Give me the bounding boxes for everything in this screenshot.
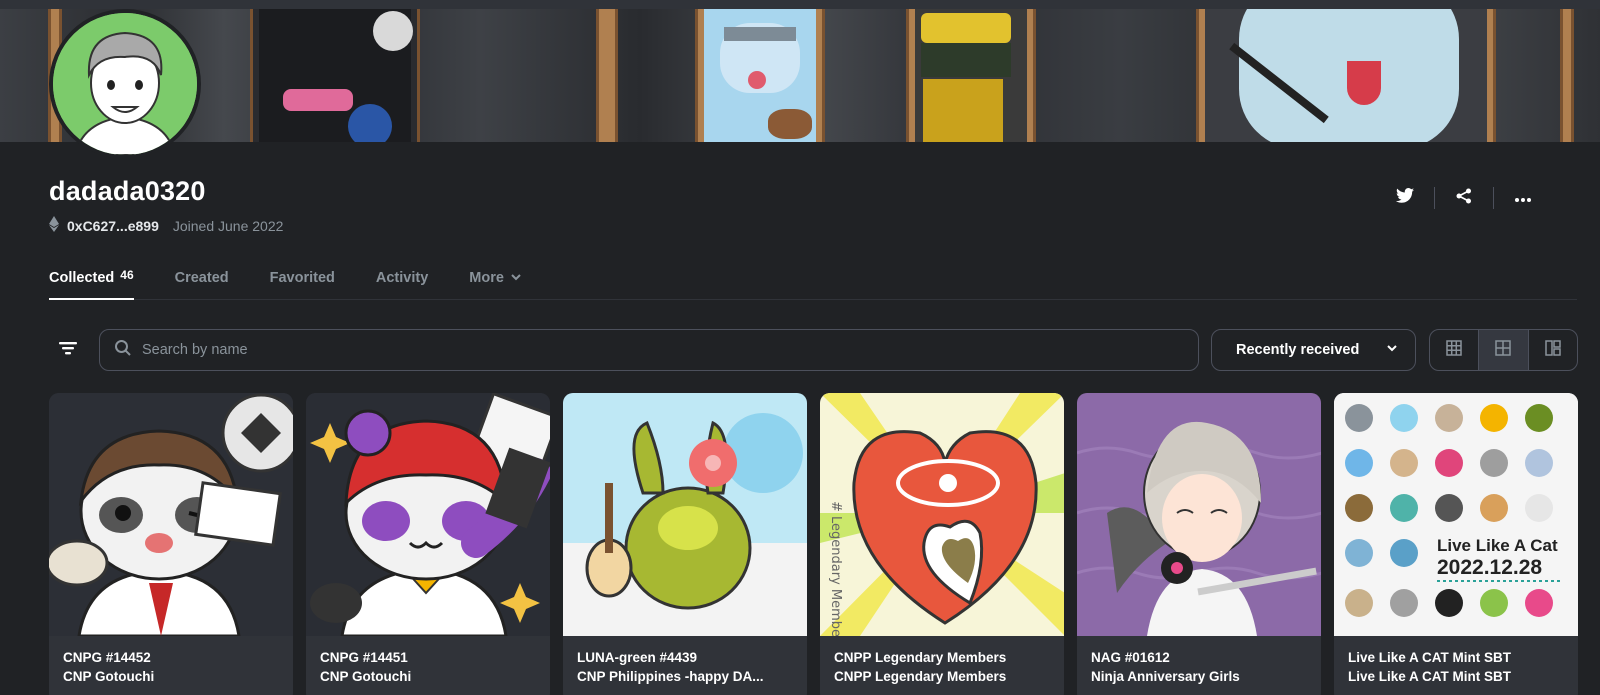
joined-date: Joined June 2022 <box>172 217 284 234</box>
nft-card[interactable]: CNPG #14451 CNP Gotouchi <box>306 393 550 695</box>
share-button[interactable] <box>1435 184 1493 212</box>
nft-grid: CNPG #14452 CNP Gotouchi CNPG #14451 CNP… <box>49 393 1578 695</box>
chevron-down-icon <box>510 271 522 287</box>
nft-image <box>563 393 807 636</box>
nft-collection: Ninja Anniversary Girls <box>1091 669 1240 684</box>
tab-count: 46 <box>120 268 134 282</box>
tab-label: More <box>469 270 504 286</box>
profile-tabs: Collected 46 Created Favorited Activity … <box>49 265 1577 300</box>
search-box[interactable] <box>99 329 1199 371</box>
nft-image: # Legendary Members <box>820 393 1064 636</box>
nft-card[interactable]: LUNA-green #4439 CNP Philippines -happy … <box>563 393 807 695</box>
chevron-down-icon <box>1385 341 1399 359</box>
sort-dropdown[interactable]: Recently received <box>1211 329 1416 371</box>
nft-image <box>1077 393 1321 636</box>
view-toggle <box>1429 329 1578 371</box>
nft-name: CNPG #14452 <box>63 650 151 665</box>
view-large-grid-button[interactable] <box>1430 330 1480 370</box>
nft-collection: Live Like A CAT Mint SBT <box>1348 669 1512 684</box>
tab-created[interactable]: Created <box>175 265 229 300</box>
nft-collection: CNP Gotouchi <box>63 669 155 684</box>
profile-meta: 0xC627...e899 Joined June 2022 <box>49 216 283 235</box>
legendary-text: # Legendary Members <box>828 501 843 636</box>
tab-label: Created <box>174 270 229 286</box>
nft-image <box>49 393 293 636</box>
banner-frame <box>695 9 825 142</box>
profile-username: dadada0320 <box>49 176 206 206</box>
nft-name: CNPP Legendary Members <box>834 650 1007 665</box>
wallet-address[interactable]: 0xC627...e899 <box>67 218 159 234</box>
filter-button[interactable] <box>52 335 84 365</box>
tab-label: Activity <box>375 270 429 286</box>
top-strip <box>0 0 1600 9</box>
search-input[interactable] <box>142 342 1142 358</box>
profile-avatar <box>49 9 201 159</box>
nft-name: CNPG #14451 <box>320 650 408 665</box>
profile-banner <box>0 9 1600 142</box>
more-options-button[interactable] <box>1494 184 1552 212</box>
nft-name: LUNA-green #4439 <box>577 650 698 665</box>
sort-label: Recently received <box>1236 342 1360 358</box>
nft-card[interactable]: CNPG #14452 CNP Gotouchi <box>49 393 293 695</box>
tab-label: Collected <box>49 270 115 286</box>
banner-frame <box>906 9 1036 142</box>
nft-card[interactable]: Live Like A Cat 2022.12.28 Live Like A C… <box>1334 393 1578 695</box>
grid-large-icon <box>1446 339 1462 361</box>
tab-activity[interactable]: Activity <box>376 265 428 300</box>
nft-collection: CNPP Legendary Members <box>834 669 1007 684</box>
nft-name: Live Like A CAT Mint SBT <box>1348 650 1512 665</box>
grid-mosaic-icon <box>1545 339 1561 361</box>
more-icon <box>1515 189 1531 207</box>
grid-medium-icon <box>1495 339 1512 361</box>
banner-frame <box>596 9 618 142</box>
nft-collection: CNP Gotouchi <box>320 669 412 684</box>
nft-name: NAG #01612 <box>1091 650 1170 665</box>
twitter-icon <box>1396 188 1414 208</box>
search-icon <box>114 339 132 362</box>
banner-frame <box>1560 9 1574 142</box>
nft-card[interactable]: NAG #01612 Ninja Anniversary Girls <box>1077 393 1321 695</box>
cat-title-text: Live Like A Cat <box>1437 536 1558 555</box>
ethereum-icon <box>49 216 59 235</box>
nft-image <box>306 393 550 636</box>
view-mosaic-button[interactable] <box>1529 330 1577 370</box>
profile-actions <box>1376 184 1552 212</box>
twitter-button[interactable] <box>1376 184 1434 212</box>
banner-frame <box>250 9 420 142</box>
tab-label: Favorited <box>269 270 335 286</box>
nft-card[interactable]: # Legendary Members CNPP Legendary Membe… <box>820 393 1064 695</box>
share-icon <box>1456 188 1472 209</box>
tab-collected[interactable]: Collected 46 <box>49 265 134 300</box>
view-medium-grid-button[interactable] <box>1479 330 1529 370</box>
tab-more[interactable]: More <box>469 265 522 300</box>
filter-icon <box>59 341 77 360</box>
nft-collection: CNP Philippines -happy DA... <box>577 669 764 684</box>
nft-image: Live Like A Cat 2022.12.28 <box>1334 393 1578 636</box>
banner-frame <box>1196 9 1496 142</box>
cat-date-text: 2022.12.28 <box>1437 556 1542 579</box>
tab-favorited[interactable]: Favorited <box>270 265 335 300</box>
collection-toolbar: Recently received <box>0 329 1600 371</box>
